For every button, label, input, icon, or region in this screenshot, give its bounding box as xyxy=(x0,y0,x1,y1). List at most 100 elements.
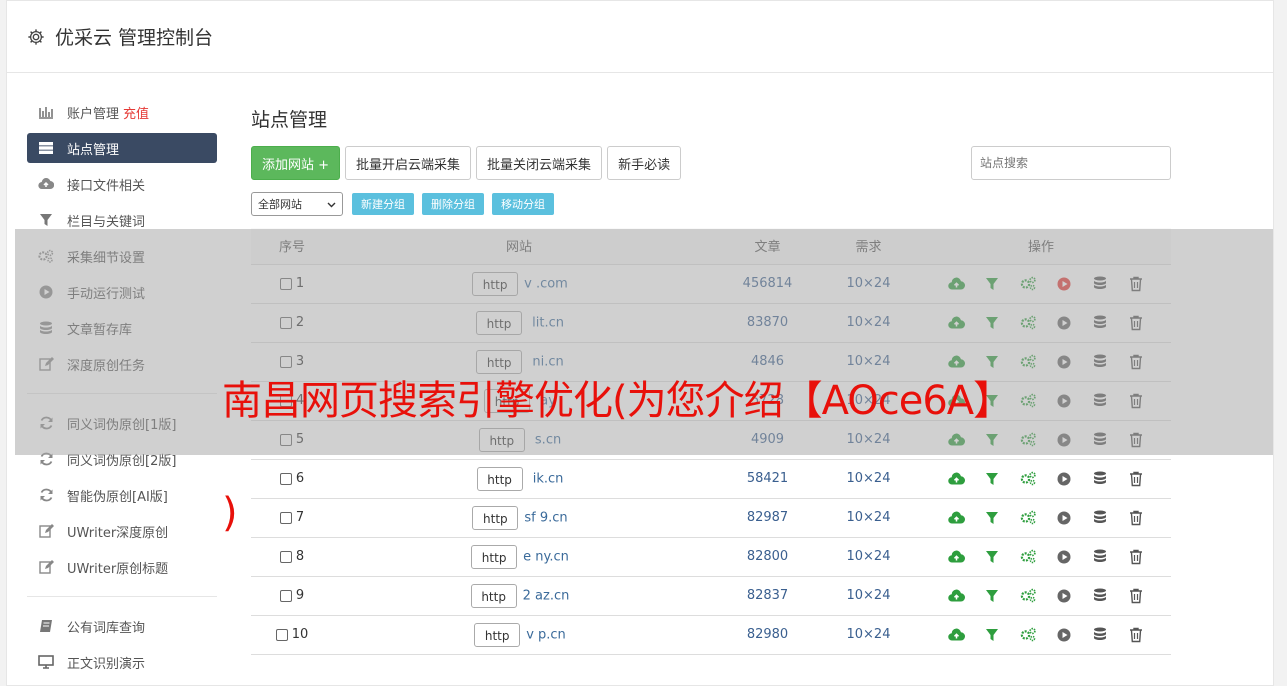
site-domain-link[interactable]: ni.cn xyxy=(528,354,563,369)
demand-value[interactable]: 10×24 xyxy=(826,264,911,304)
http-button[interactable]: http xyxy=(476,310,522,335)
add-site-button[interactable]: 添加网站 + xyxy=(251,146,341,180)
gears-icon[interactable] xyxy=(1020,470,1037,487)
play-circle-icon[interactable] xyxy=(1056,548,1073,565)
http-button[interactable]: http xyxy=(474,622,521,647)
http-button[interactable]: http xyxy=(472,505,519,530)
sidebar-item[interactable]: 同义词伪原创[1版] xyxy=(27,408,217,438)
http-button[interactable]: http xyxy=(478,427,525,452)
group-select[interactable]: 全部网站 xyxy=(251,192,343,216)
database-icon[interactable] xyxy=(1092,509,1109,526)
row-checkbox[interactable] xyxy=(279,355,292,368)
sidebar-item[interactable]: 深度原创任务 xyxy=(27,349,217,379)
move-group-button[interactable]: 移动分组 xyxy=(492,193,554,215)
database-icon[interactable] xyxy=(1092,587,1109,604)
gears-icon[interactable] xyxy=(1020,509,1037,526)
site-domain-link[interactable]: 2 az.cn xyxy=(523,588,570,603)
filter-icon[interactable] xyxy=(984,275,1001,292)
database-icon[interactable] xyxy=(1092,314,1109,331)
play-circle-icon[interactable] xyxy=(1056,431,1073,448)
cloud-upload-icon[interactable] xyxy=(947,275,965,292)
filter-icon[interactable] xyxy=(984,587,1001,604)
play-circle-icon[interactable] xyxy=(1056,470,1073,487)
cloud-upload-icon[interactable] xyxy=(947,626,965,643)
delete-group-button[interactable]: 删除分组 xyxy=(422,193,484,215)
site-domain-link[interactable]: s.cn xyxy=(531,432,561,447)
demand-value[interactable]: 10×24 xyxy=(826,498,911,538)
database-icon[interactable] xyxy=(1092,470,1109,487)
cloud-upload-icon[interactable] xyxy=(947,314,965,331)
trash-icon[interactable] xyxy=(1128,431,1145,448)
play-circle-icon[interactable] xyxy=(1056,314,1073,331)
sidebar-item[interactable]: 栏目与关键词 xyxy=(27,205,217,235)
play-circle-icon[interactable] xyxy=(1056,587,1073,604)
article-count[interactable]: 82987 xyxy=(709,498,826,538)
row-checkbox[interactable] xyxy=(279,472,292,485)
filter-icon[interactable] xyxy=(984,626,1001,643)
http-button[interactable]: http xyxy=(472,271,519,296)
database-icon[interactable] xyxy=(1092,626,1109,643)
guide-button[interactable]: 新手必读 xyxy=(607,146,682,180)
play-circle-icon[interactable] xyxy=(1056,509,1073,526)
row-checkbox[interactable] xyxy=(279,511,292,524)
gears-icon[interactable] xyxy=(1020,275,1037,292)
gears-icon[interactable] xyxy=(1020,626,1037,643)
sidebar-item[interactable]: 站点管理 xyxy=(27,133,217,163)
sidebar-item[interactable]: 智能伪原创[AI版] xyxy=(27,480,217,510)
gears-icon[interactable] xyxy=(1020,353,1037,370)
trash-icon[interactable] xyxy=(1128,275,1145,292)
batch-close-cloud-button[interactable]: 批量关闭云端采集 xyxy=(476,146,603,180)
demand-value[interactable]: 10×24 xyxy=(826,303,911,343)
http-button[interactable]: http xyxy=(476,466,523,491)
row-checkbox[interactable] xyxy=(279,316,292,329)
gear-icon[interactable] xyxy=(27,28,45,46)
trash-icon[interactable] xyxy=(1128,353,1145,370)
article-count[interactable]: 83870 xyxy=(709,303,826,343)
article-count[interactable]: 82980 xyxy=(709,615,826,655)
row-checkbox[interactable] xyxy=(279,550,292,563)
database-icon[interactable] xyxy=(1092,353,1109,370)
sidebar-item[interactable]: UWriter深度原创 xyxy=(27,516,217,546)
filter-icon[interactable] xyxy=(984,431,1001,448)
demand-value[interactable]: 10×24 xyxy=(826,459,911,499)
row-checkbox[interactable] xyxy=(279,277,292,290)
site-domain-link[interactable]: e ny.cn xyxy=(523,549,569,564)
site-domain-link[interactable]: v p.cn xyxy=(526,627,566,642)
sidebar-item[interactable]: UWriter原创标题 xyxy=(27,552,217,582)
new-group-button[interactable]: 新建分组 xyxy=(352,193,414,215)
cloud-upload-icon[interactable] xyxy=(947,587,965,604)
batch-open-cloud-button[interactable]: 批量开启云端采集 xyxy=(345,146,472,180)
gears-icon[interactable] xyxy=(1020,548,1037,565)
demand-value[interactable]: 10×24 xyxy=(826,615,911,655)
trash-icon[interactable] xyxy=(1128,548,1145,565)
gears-icon[interactable] xyxy=(1020,587,1037,604)
sidebar-item[interactable]: 文章暂存库 xyxy=(27,313,217,343)
database-icon[interactable] xyxy=(1092,548,1109,565)
sidebar-item[interactable]: 手动运行测试 xyxy=(27,277,217,307)
gears-icon[interactable] xyxy=(1020,431,1037,448)
gears-icon[interactable] xyxy=(1020,314,1037,331)
row-checkbox[interactable] xyxy=(275,628,288,641)
row-checkbox[interactable] xyxy=(279,589,292,602)
article-count[interactable]: 82837 xyxy=(709,576,826,616)
filter-icon[interactable] xyxy=(984,509,1001,526)
play-circle-icon[interactable] xyxy=(1056,275,1073,292)
http-button[interactable]: http xyxy=(470,583,517,608)
trash-icon[interactable] xyxy=(1128,392,1145,409)
article-count[interactable]: 456814 xyxy=(709,264,826,304)
sidebar-item[interactable]: 接口文件相关 xyxy=(27,169,217,199)
cloud-upload-icon[interactable] xyxy=(947,509,965,526)
sidebar-item[interactable]: 正文识别演示 xyxy=(27,647,217,677)
trash-icon[interactable] xyxy=(1128,509,1145,526)
site-domain-link[interactable]: v .com xyxy=(524,276,568,291)
sidebar-item[interactable]: 公有词库查询 xyxy=(27,611,217,641)
filter-icon[interactable] xyxy=(984,470,1001,487)
site-domain-link[interactable]: ik.cn xyxy=(529,471,564,486)
database-icon[interactable] xyxy=(1092,431,1109,448)
site-domain-link[interactable]: sf 9.cn xyxy=(524,510,567,525)
filter-icon[interactable] xyxy=(984,314,1001,331)
sidebar-item[interactable]: 账户管理 充值 xyxy=(27,97,217,127)
database-icon[interactable] xyxy=(1092,275,1109,292)
filter-icon[interactable] xyxy=(984,548,1001,565)
cloud-upload-icon[interactable] xyxy=(947,470,965,487)
